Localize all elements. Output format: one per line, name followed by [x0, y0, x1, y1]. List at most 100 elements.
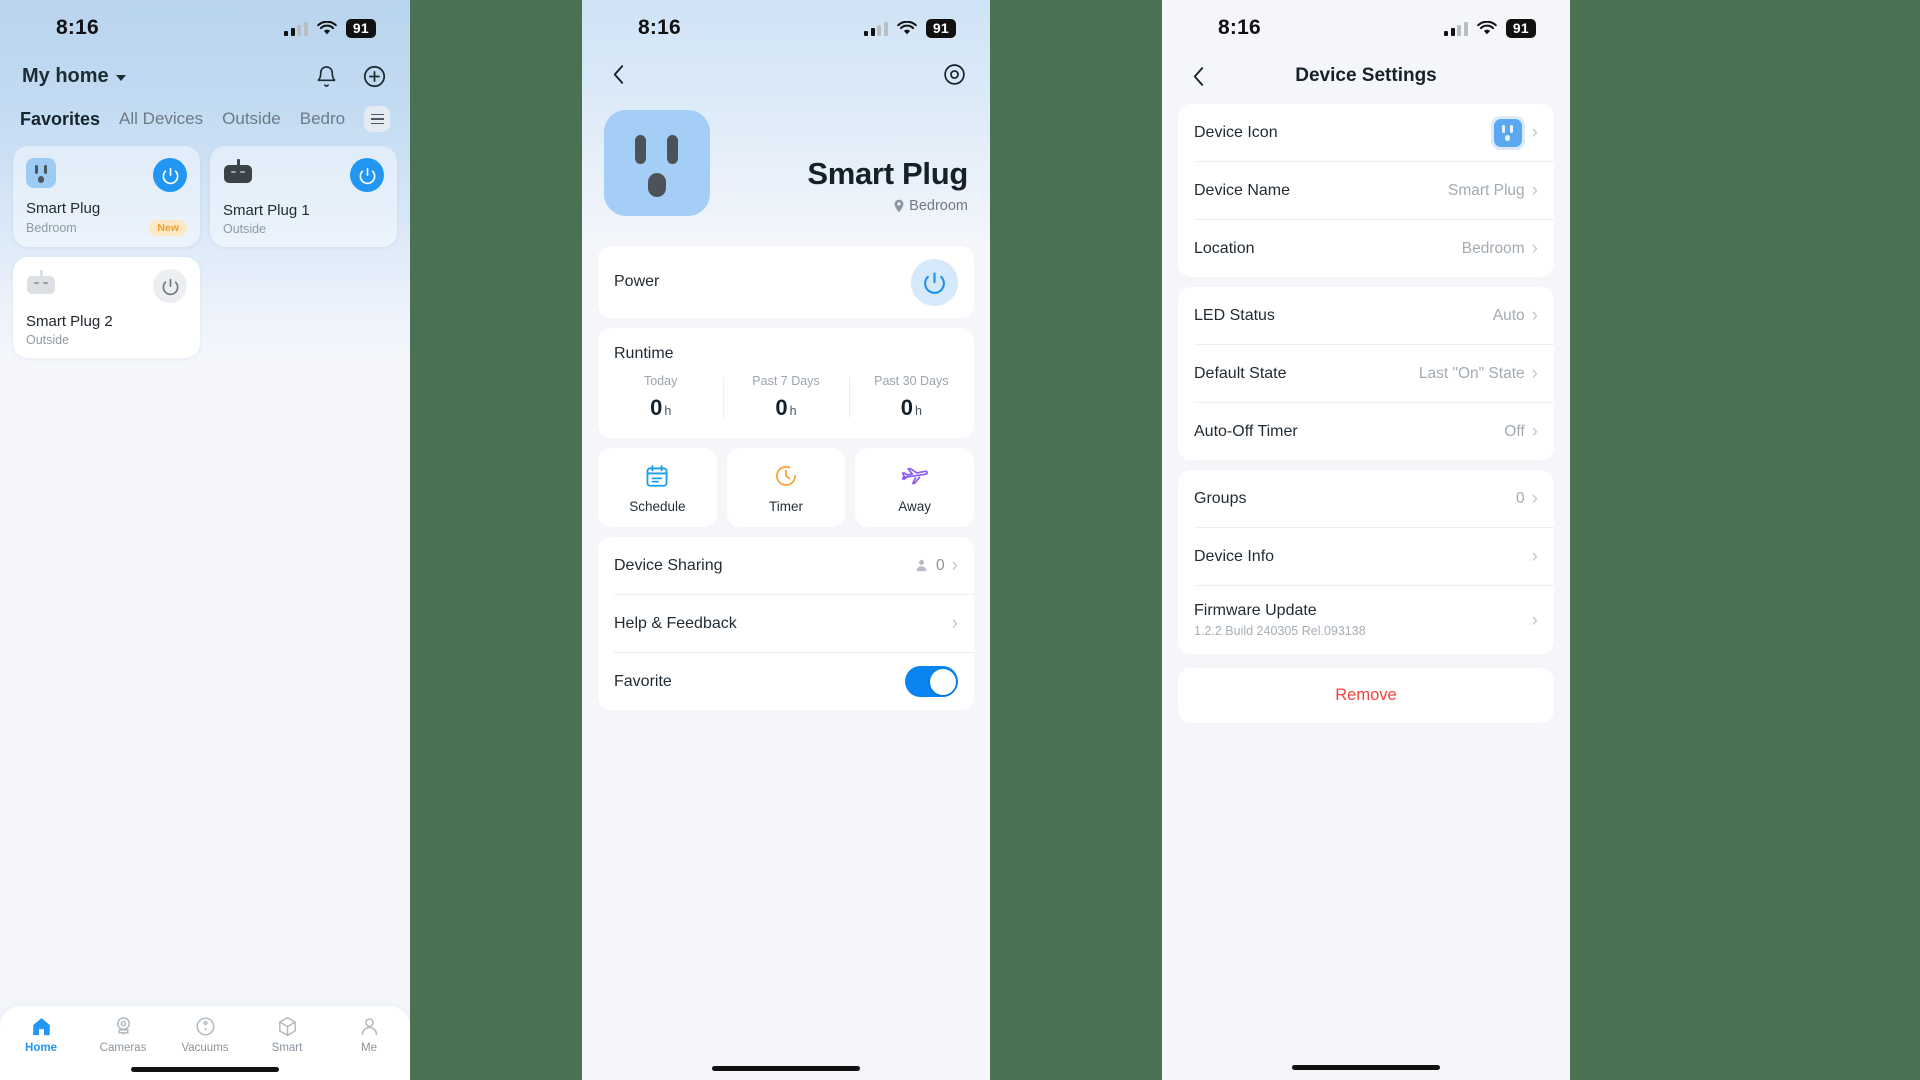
- calendar-icon: [646, 465, 668, 487]
- row-firmware-update[interactable]: Firmware Update 1.2.2 Build 240305 Rel.0…: [1178, 586, 1554, 654]
- list-menu-icon[interactable]: [364, 106, 390, 132]
- tab-home[interactable]: Home: [0, 1015, 82, 1054]
- plus-circle-icon[interactable]: [360, 62, 388, 90]
- chevron-right-icon: ›: [1531, 609, 1538, 631]
- home-header-actions: [312, 62, 388, 90]
- runtime-value: 0h: [598, 395, 723, 421]
- bell-icon[interactable]: [312, 62, 340, 90]
- wifi-icon: [1477, 20, 1497, 34]
- runtime-unit: h: [914, 404, 922, 418]
- status-bar-settings: 8:16 91: [1162, 0, 1570, 56]
- power-label: Power: [614, 273, 660, 290]
- power-toggle-button[interactable]: [153, 158, 187, 192]
- card-sub-row: Outside: [26, 333, 187, 347]
- home-top-gradient: 8:16 91 My home Favorites All Devices Ou…: [0, 0, 410, 358]
- power-toggle-button[interactable]: [350, 158, 384, 192]
- chevron-left-icon[interactable]: [1184, 62, 1212, 90]
- chevron-right-icon: ›: [1531, 488, 1538, 509]
- device-hero: Smart Plug Bedroom: [582, 88, 990, 246]
- row-default-state[interactable]: Default State Last "On" State ›: [1178, 345, 1554, 402]
- status-bar-home: 8:16 91: [0, 0, 410, 56]
- wifi-icon: [317, 20, 337, 34]
- row-help-feedback[interactable]: Help & Feedback ›: [598, 595, 974, 652]
- row-groups[interactable]: Groups 0 ›: [1178, 470, 1554, 527]
- row-label: Auto-Off Timer: [1194, 422, 1298, 440]
- ios-home-indicator: [1162, 1054, 1570, 1080]
- row-label: Device Info: [1194, 547, 1275, 565]
- runtime-stat-today: Today 0h: [598, 374, 723, 421]
- power-toggle-button[interactable]: [153, 269, 187, 303]
- tab-label: Vacuums: [181, 1042, 229, 1054]
- smart-plug-blue-icon: [604, 110, 710, 216]
- tab-vacuums[interactable]: Vacuums: [164, 1015, 246, 1054]
- home-name-selector[interactable]: My home: [22, 65, 126, 88]
- tab-label: Me: [361, 1042, 377, 1054]
- settings-body: Device Icon › Device Name Smart Plug › L…: [1162, 104, 1570, 1054]
- home-icon: [32, 1018, 50, 1036]
- tab-cameras[interactable]: Cameras: [82, 1015, 164, 1054]
- runtime-number: 0: [775, 395, 788, 420]
- row-right: [905, 666, 958, 697]
- settings-group-behavior: LED Status Auto › Default State Last "On…: [1178, 287, 1554, 460]
- row-value: Off: [1504, 422, 1525, 440]
- pin-icon: [894, 199, 904, 213]
- card-top-row: [223, 158, 384, 192]
- bottom-tab-bar: Home Cameras Vacuums Smart Me: [0, 1006, 410, 1058]
- runtime-stat-past-7-days: Past 7 Days 0h: [723, 374, 848, 421]
- page-title: Device Settings: [1295, 65, 1437, 86]
- tab-me[interactable]: Me: [328, 1015, 410, 1054]
- row-device-name[interactable]: Device Name Smart Plug ›: [1178, 162, 1554, 219]
- row-label: Device Name: [1194, 181, 1291, 199]
- power-row[interactable]: Power: [598, 246, 974, 318]
- device-card-smart-plug-1[interactable]: Smart Plug 1 Outside: [210, 146, 397, 247]
- smart-plug-grey-icon: [26, 269, 56, 299]
- device-title: Smart Plug: [807, 156, 968, 191]
- action-schedule[interactable]: Schedule: [598, 448, 717, 527]
- phone-device-detail: 8:16 91 Smart Plug Bedroom Power Runtime…: [582, 0, 990, 1080]
- tab-bedroom[interactable]: Bedro: [300, 109, 345, 129]
- row-device-icon[interactable]: Device Icon ›: [1178, 104, 1554, 161]
- device-card-smart-plug-2[interactable]: Smart Plug 2 Outside: [13, 257, 200, 358]
- row-right: Last "On" State ›: [1419, 364, 1538, 383]
- wifi-icon: [897, 20, 917, 34]
- tab-smart[interactable]: Smart: [246, 1015, 328, 1054]
- row-led-status[interactable]: LED Status Auto ›: [1178, 287, 1554, 344]
- row-right: Auto ›: [1493, 306, 1538, 325]
- device-name: Smart Plug 1: [223, 202, 310, 219]
- row-auto-off-timer[interactable]: Auto-Off Timer Off ›: [1178, 403, 1554, 460]
- action-away[interactable]: Away: [855, 448, 975, 527]
- remove-device-button[interactable]: Remove: [1178, 668, 1554, 723]
- row-device-info[interactable]: Device Info ›: [1178, 528, 1554, 585]
- tab-favorites[interactable]: Favorites: [20, 109, 100, 130]
- row-favorite[interactable]: Favorite: [598, 653, 974, 710]
- row-device-sharing[interactable]: Device Sharing 0 ›: [598, 537, 974, 594]
- chevron-right-icon: ›: [1531, 421, 1538, 442]
- home-empty-area: [0, 358, 410, 1006]
- battery-badge: 91: [345, 18, 376, 38]
- runtime-unit: h: [664, 404, 672, 418]
- settings-group-info: Groups 0 › Device Info › Firmware Update…: [1178, 470, 1554, 654]
- action-timer[interactable]: Timer: [726, 448, 846, 527]
- gear-icon[interactable]: [940, 60, 968, 88]
- chevron-left-icon[interactable]: [604, 60, 632, 88]
- device-location-label: Bedroom: [909, 198, 968, 214]
- device-location: Bedroom: [807, 198, 968, 214]
- tab-label: Smart: [271, 1042, 303, 1054]
- tab-all-devices[interactable]: All Devices: [119, 109, 203, 129]
- action-label: Away: [898, 499, 932, 514]
- row-right: Off ›: [1504, 422, 1538, 441]
- power-toggle-button[interactable]: [911, 258, 958, 306]
- smart-plug-dark-icon: [223, 158, 253, 188]
- device-icon-preview: [1490, 115, 1525, 150]
- row-right: 0 ›: [914, 556, 958, 575]
- row-value: 0: [1516, 489, 1525, 507]
- settings-nav-bar: Device Settings: [1162, 56, 1570, 104]
- row-location[interactable]: Location Bedroom ›: [1178, 220, 1554, 277]
- tab-outside[interactable]: Outside: [222, 109, 281, 129]
- favorite-toggle[interactable]: [905, 666, 958, 697]
- device-card-smart-plug[interactable]: Smart Plug Bedroom New: [13, 146, 200, 247]
- cellular-signal-icon: [864, 21, 888, 36]
- runtime-sheet: Runtime Today 0h Past 7 Days 0h Past 30 …: [598, 328, 974, 438]
- action-label: Schedule: [629, 499, 686, 514]
- ios-home-indicator: [0, 1058, 410, 1080]
